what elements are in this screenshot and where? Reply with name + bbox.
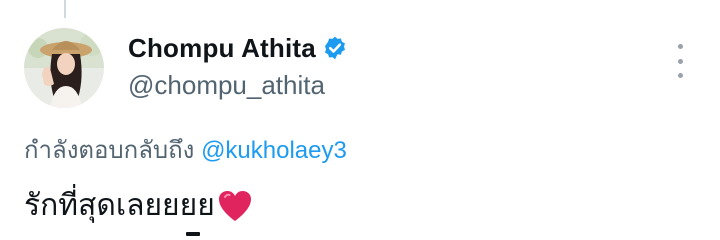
avatar[interactable] — [24, 28, 104, 108]
replying-to-line: กำลังตอบกลับถึง @kukholaey3 — [24, 130, 347, 169]
author-name-row: Chompu Athita — [128, 30, 348, 66]
more-dot-icon — [677, 58, 683, 64]
author-handle[interactable]: @chompu_athita — [128, 70, 325, 101]
more-dot-icon — [677, 73, 683, 78]
more-options-button[interactable] — [668, 44, 692, 78]
replying-to-label: กำลังตอบกลับถึง — [24, 137, 195, 164]
tweet-text: รักที่สุดเลยยยย — [24, 182, 253, 229]
verified-badge-icon[interactable] — [322, 35, 348, 61]
author-display-name[interactable]: Chompu Athita — [128, 33, 316, 64]
thread-connector-line — [64, 0, 66, 18]
more-dot-icon — [677, 44, 683, 49]
red-heart-icon — [218, 190, 251, 221]
tweet-text-body: รักที่สุดเลยยยย — [24, 189, 215, 222]
cropped-content-fragment — [186, 232, 200, 236]
avatar-photo — [24, 28, 104, 108]
reply-mention-link[interactable]: @kukholaey3 — [201, 137, 347, 164]
